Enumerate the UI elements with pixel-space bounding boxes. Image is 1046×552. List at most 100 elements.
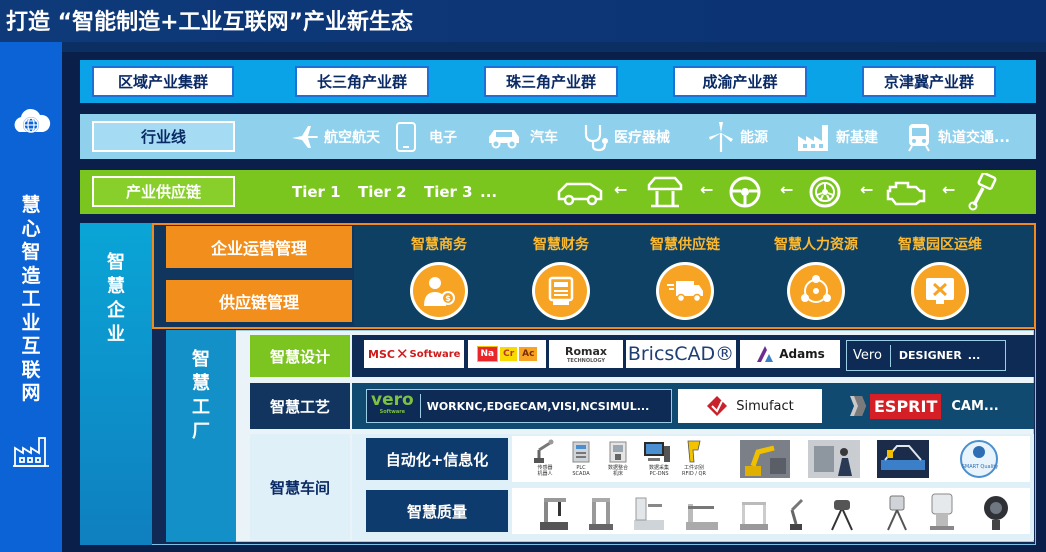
service-label: 智慧人力资源 — [774, 237, 858, 253]
airplane-icon — [292, 126, 318, 148]
vero-products-box: vero Software WORKNC,EDGECAM,VISI,NCSIMU… — [366, 389, 672, 423]
quality-label: 智慧质量 — [366, 490, 508, 532]
engine-icon — [886, 181, 926, 206]
flow-arrow: ← — [700, 180, 714, 199]
header-bar: 打造 “智能制造+工业互联网”产业新生态 — [0, 0, 1046, 42]
service-finance: 智慧财务 — [506, 234, 616, 320]
industry-item-label: 新基建 — [836, 130, 878, 146]
smart-workshop-label: 智慧车间 — [250, 434, 350, 540]
region-chengyu: 成渝产业群 — [673, 66, 807, 97]
smart-quality-caption: SMART Quality — [961, 464, 999, 470]
flow-arrow: ← — [860, 180, 874, 199]
enterprise-label: 智慧企业 — [107, 252, 125, 345]
tier-1: Tier 1 — [292, 183, 341, 201]
operator-station-photo — [808, 440, 860, 478]
industry-item-aerospace: 航空航天 — [290, 122, 380, 152]
tier-3: Tier 3 — [424, 183, 473, 201]
flow-arrow: ← — [614, 180, 628, 199]
supply-mgmt-box: 供应链管理 — [166, 280, 352, 322]
industry-item-label: 轨道交通... — [938, 130, 1010, 146]
wheel-icon — [809, 176, 841, 208]
service-label: 智慧商务 — [411, 237, 467, 253]
cloud-globe-icon — [14, 108, 51, 133]
device-caption: 工件识别 RFID / QR — [682, 465, 706, 477]
delivery-truck-icon — [667, 281, 703, 303]
divider — [889, 344, 891, 367]
automation-label: 自动化+信息化 — [366, 438, 508, 480]
service-label: 智慧园区运维 — [898, 237, 982, 253]
industry-row: 行业线 — [80, 114, 1036, 159]
romax-logo: Romax TECHNOLOGY — [549, 340, 623, 368]
industry-item-label: 电子 — [429, 130, 457, 146]
production-line-photo — [877, 440, 929, 478]
vero-software-logo: vero Software — [371, 390, 414, 416]
service-business: 智慧商务 $ — [384, 234, 494, 320]
maintenance-tools-icon — [926, 278, 954, 304]
robot-arm-image — [534, 439, 554, 463]
region-jingjinji: 京津冀产业群 — [862, 66, 996, 97]
industry-item-label: 医疗器械 — [614, 130, 670, 146]
enterprise-side: 智慧企业 — [80, 223, 152, 545]
tripod-scanner-image — [887, 495, 907, 531]
machine-tool-image — [609, 441, 627, 463]
device-caption: 传感器 机器人 — [537, 465, 553, 477]
car-lift-icon — [647, 176, 683, 208]
smart-quality-graphic — [960, 440, 998, 478]
service-supply: 智慧供应链 — [630, 234, 740, 320]
team-network-icon — [801, 275, 831, 303]
cmm-machine-image — [540, 498, 568, 530]
adams-mark-icon — [757, 346, 774, 362]
laser-tracker-image — [831, 500, 853, 531]
supply-chain-label: 产业供应链 — [92, 176, 235, 207]
industry-item-label: 能源 — [740, 130, 768, 146]
cmm-bridge-image — [589, 498, 613, 530]
bricscad-logo: BricsCAD® — [626, 340, 736, 368]
region-label: 区域产业集群 — [92, 66, 234, 97]
simufact-mark-icon — [707, 396, 728, 416]
industry-item-medical: 医疗器械 — [580, 122, 670, 152]
factory-label: 智慧工厂 — [192, 349, 210, 442]
measuring-machine-image — [634, 497, 664, 530]
plc-controller-image — [572, 441, 590, 463]
finance-terminal-icon — [548, 276, 574, 305]
esprit-cam-box: ESPRIT CAM... — [846, 389, 1006, 423]
industry-item-label: 航空航天 — [324, 130, 380, 146]
stethoscope-icon — [584, 125, 608, 152]
device-caption: 数据整合 机床 — [607, 465, 628, 477]
3d-scanner-image — [984, 496, 1008, 530]
smartphone-icon — [396, 122, 416, 152]
service-label: 智慧供应链 — [650, 237, 720, 253]
gantry-cmm-image — [740, 502, 768, 530]
ops-mgmt-box: 企业运营管理 — [166, 226, 352, 268]
industry-item-newinfra: 新基建 — [796, 122, 878, 152]
car-icon — [489, 130, 519, 149]
sidebar: 慧心智造工业互联网 — [0, 42, 62, 552]
device-caption: PLC SCADA — [572, 465, 590, 477]
industry-label: 行业线 — [92, 121, 235, 152]
sidebar-vertical-title: 慧心智造工业互联网 — [21, 194, 41, 404]
car-icon — [557, 182, 603, 206]
divider — [419, 394, 421, 418]
train-icon — [908, 124, 930, 152]
tier-2: Tier 2 — [358, 183, 407, 201]
esprit-mark-icon — [850, 396, 866, 416]
industry-item-rail: 轨道交通... — [904, 122, 1010, 152]
simufact-logo: Simufact — [678, 389, 822, 423]
business-person-icon: $ — [424, 277, 455, 306]
industry-item-auto: 汽车 — [486, 122, 558, 152]
horizontal-arm-cmm-image — [686, 504, 718, 530]
service-label: 智慧财务 — [533, 237, 589, 253]
msc-software-logo: MSC ✕ Software — [364, 340, 464, 368]
industry-item-label: 汽车 — [530, 130, 558, 146]
svg-text:$: $ — [445, 294, 451, 303]
factory-side: 智慧工厂 — [166, 330, 236, 542]
vision-system-image — [930, 493, 954, 530]
industry-item-energy: 能源 — [706, 122, 768, 152]
page-title: 打造 “智能制造+工业互联网”产业新生态 — [6, 10, 414, 35]
flow-arrow: ← — [780, 180, 794, 199]
tier-more: ... — [480, 183, 498, 201]
barcode-scanner-image — [687, 440, 701, 463]
service-park-ops: 智慧园区运维 — [880, 234, 1000, 320]
steering-wheel-icon — [729, 176, 761, 208]
smart-craft-label: 智慧工艺 — [250, 383, 350, 429]
